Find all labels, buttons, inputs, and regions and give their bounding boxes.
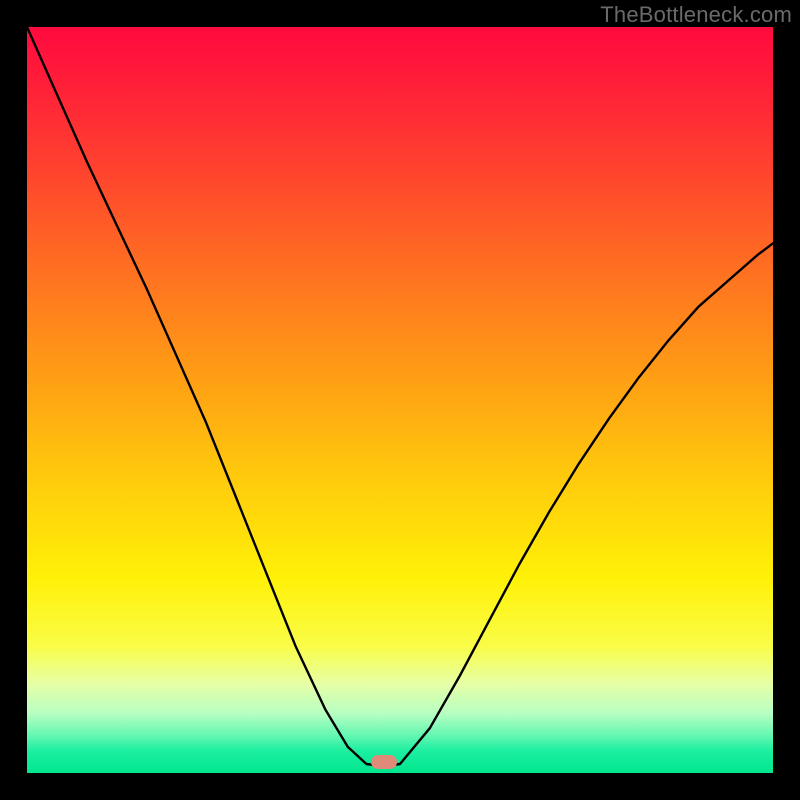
- curve-path: [27, 27, 773, 766]
- bottleneck-curve: [27, 27, 773, 773]
- chart-stage: TheBottleneck.com: [0, 0, 800, 800]
- watermark-text: TheBottleneck.com: [600, 2, 792, 28]
- plot-area: [27, 27, 773, 773]
- optimum-marker: [371, 755, 397, 769]
